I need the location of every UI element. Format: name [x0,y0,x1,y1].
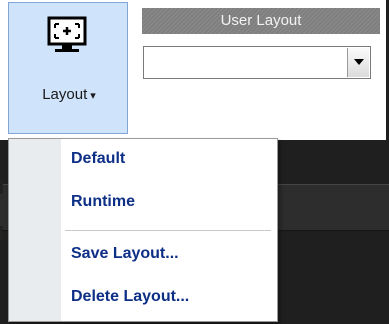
layout-label-text: Layout [42,86,88,103]
layout-button[interactable]: Layout ▾ [8,2,128,134]
chevron-down-icon: ▾ [90,90,96,102]
left-edge-mark [0,180,3,194]
left-edge-mark [0,226,3,240]
combobox-dropdown-button[interactable] [347,48,369,77]
user-layout-header: User Layout [142,8,380,34]
menu-item-save-layout[interactable]: Save Layout... [71,242,179,266]
menu-item-delete-layout[interactable]: Delete Layout... [71,285,189,309]
menu-item-default[interactable]: Default [71,147,125,171]
layout-monitor-icon [47,16,87,52]
dropdown-arrow-icon [354,59,364,65]
layout-dropdown-menu: Default Runtime Save Layout... Delete La… [8,138,278,322]
menu-icon-gutter [9,139,61,321]
layout-button-label: Layout ▾ [9,86,129,103]
menu-separator [65,230,271,231]
menu-item-runtime[interactable]: Runtime [71,190,135,214]
user-layout-combobox[interactable] [143,46,371,79]
